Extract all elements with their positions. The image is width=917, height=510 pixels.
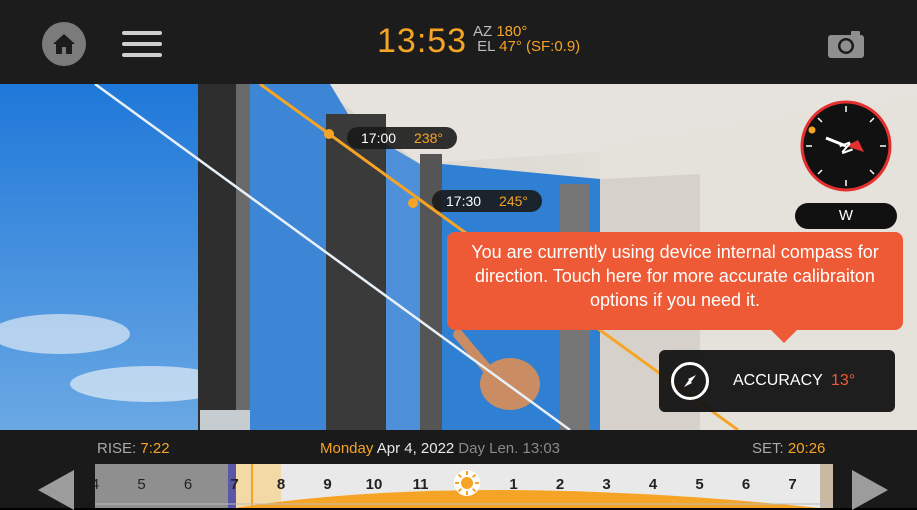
hour-label: 1 xyxy=(509,476,518,493)
hour-label: 4 xyxy=(95,476,105,493)
path-label-1730: 17:30 245° xyxy=(432,190,543,212)
home-button[interactable] xyxy=(42,22,86,66)
el-label: EL xyxy=(477,38,495,55)
hour-label: 8 xyxy=(276,476,286,493)
sunrise: RISE: 7:22 xyxy=(97,440,170,457)
sf-value: (SF:0.9) xyxy=(526,38,581,55)
set-value: 20:26 xyxy=(787,440,826,457)
compass-widget[interactable]: N xyxy=(800,100,892,192)
sunset: SET: 20:26 xyxy=(752,440,825,457)
time-slider-handle[interactable] xyxy=(452,468,482,498)
hour-label: 10 xyxy=(365,476,383,493)
azimuth-elevation-readout: AZ 180° EL 47° (SF:0.9) xyxy=(473,24,580,54)
path-label-time: 17:00 xyxy=(361,130,397,146)
accuracy-readout: ACCURACY 13° xyxy=(733,372,855,390)
accuracy-value: 13° xyxy=(830,372,856,389)
hour-label: 4 xyxy=(648,476,658,493)
hour-label: 9 xyxy=(323,476,332,493)
day-length: Day Len. 13:03 xyxy=(458,440,561,457)
callout-tail xyxy=(770,329,798,343)
hour-label: 7 xyxy=(788,476,797,493)
sun-info-row: RISE: 7:22 Monday Apr 4, 2022 Day Len. 13… xyxy=(0,430,917,464)
compass-icon: N xyxy=(800,100,892,192)
compass-needle-icon xyxy=(671,362,709,400)
top-bar: 13:53 AZ 180° EL 47° (SF:0.9) xyxy=(0,0,917,84)
path-label-angle: 238° xyxy=(414,130,444,146)
selected-date[interactable]: Monday Apr 4, 2022 Day Len. 13:03 xyxy=(320,440,560,457)
compass-direction: W xyxy=(795,203,897,229)
path-label-1700: 17:00 238° xyxy=(347,127,458,149)
accuracy-label: ACCURACY xyxy=(733,372,823,389)
weekday: Monday xyxy=(320,440,374,457)
accuracy-button[interactable]: ACCURACY 13° xyxy=(659,350,895,412)
hour-label: 7 xyxy=(230,476,239,493)
next-day-arrow[interactable] xyxy=(852,470,888,510)
home-icon xyxy=(53,34,75,54)
path-label-time: 17:30 xyxy=(446,193,482,209)
calibration-callout[interactable]: You are currently using device internal … xyxy=(447,232,903,330)
camera-icon xyxy=(828,31,864,58)
hour-label: 8 xyxy=(829,476,833,493)
set-label: SET: xyxy=(752,440,784,457)
hour-label: 5 xyxy=(137,476,146,493)
date-value: Apr 4, 2022 xyxy=(376,440,455,457)
prev-day-arrow[interactable] xyxy=(38,470,74,510)
hour-label: 6 xyxy=(741,476,751,493)
rise-value: 7:22 xyxy=(140,440,170,457)
menu-icon xyxy=(122,31,162,57)
path-label-angle: 245° xyxy=(499,193,529,209)
hour-label: 6 xyxy=(183,476,193,493)
hour-label: 11 xyxy=(412,476,429,493)
el-value: 47° xyxy=(499,38,522,55)
hour-label: 2 xyxy=(555,476,565,493)
rise-label: RISE: xyxy=(97,440,137,457)
sun-icon xyxy=(454,470,480,496)
current-time: 13:53 xyxy=(377,22,468,60)
camera-button[interactable] xyxy=(826,28,866,60)
hour-label: 5 xyxy=(695,476,704,493)
menu-button[interactable] xyxy=(122,26,162,62)
hour-label: 3 xyxy=(602,476,611,493)
